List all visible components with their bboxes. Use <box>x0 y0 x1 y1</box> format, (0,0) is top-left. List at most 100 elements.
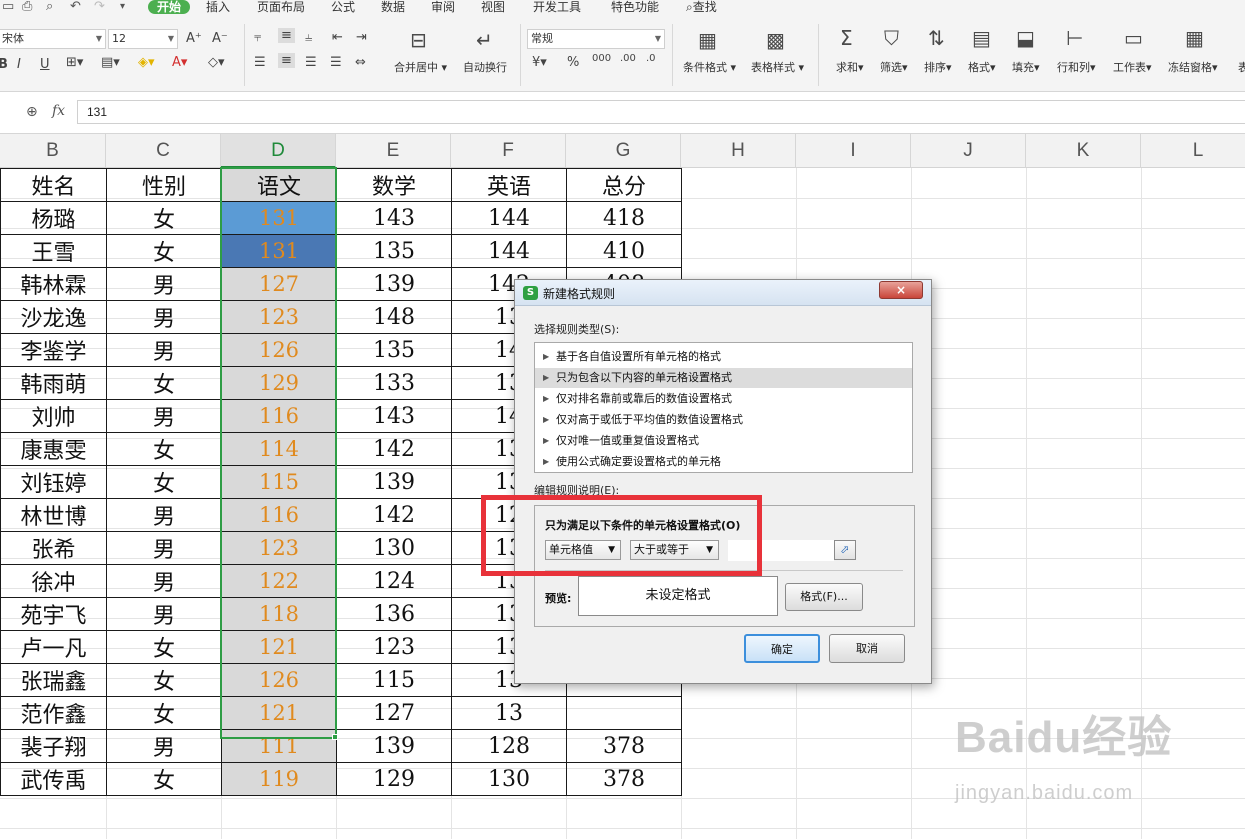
column-header-g[interactable]: G <box>566 134 681 168</box>
decrease-indent-icon[interactable]: ⇤ <box>332 30 343 45</box>
tab-home[interactable]: 开始 <box>148 0 191 14</box>
cell-total[interactable]: 378 <box>566 729 682 763</box>
cell-name[interactable]: 张希 <box>0 531 107 565</box>
increase-indent-icon[interactable]: ⇥ <box>356 30 367 45</box>
fx-icon[interactable]: fx <box>52 103 65 119</box>
cell-math[interactable]: 115 <box>336 663 452 697</box>
cell-chinese[interactable]: 126 <box>221 333 337 367</box>
save-icon[interactable]: ▭ <box>2 0 14 14</box>
cell-math[interactable]: 135 <box>336 333 452 367</box>
cell-math[interactable]: 123 <box>336 630 452 664</box>
more-button[interactable]: 表 <box>1238 59 1245 75</box>
merge-center-icon[interactable]: ⊟ <box>410 28 427 52</box>
freeze-panes-button[interactable]: 冻结窗格▾ <box>1168 59 1218 75</box>
tab-developer[interactable]: 开发工具 <box>533 0 581 14</box>
cell-chinese[interactable]: 111 <box>221 729 337 763</box>
wrap-text-button[interactable]: 自动换行 <box>463 59 507 75</box>
format-button[interactable]: 格式▾ <box>968 59 996 75</box>
cell-chinese[interactable]: 129 <box>221 366 337 400</box>
cell-chinese[interactable]: 123 <box>221 531 337 565</box>
sort-button[interactable]: 排序▾ <box>924 59 952 75</box>
cell-gender[interactable]: 男 <box>106 333 222 367</box>
fill-button[interactable]: 填充▾ <box>1012 59 1040 75</box>
filter-button[interactable]: 筛选▾ <box>880 59 908 75</box>
cell-name[interactable]: 杨璐 <box>0 201 107 235</box>
cell-gender[interactable]: 男 <box>106 597 222 631</box>
cell-chinese[interactable]: 126 <box>221 663 337 697</box>
cell-english[interactable]: 13 <box>451 696 567 730</box>
cell-math[interactable]: 139 <box>336 465 452 499</box>
font-size-select[interactable]: 12 ▼ <box>108 29 178 49</box>
zoom-icon[interactable]: ⊕ <box>26 104 38 120</box>
cell-gender[interactable]: 男 <box>106 564 222 598</box>
sort-icon[interactable]: ⇅ <box>928 26 945 50</box>
wrap-text-icon[interactable]: ↵ <box>476 28 493 52</box>
cell-name[interactable]: 徐冲 <box>0 564 107 598</box>
decrease-decimal-icon[interactable]: .0 <box>646 53 656 64</box>
cell-chinese[interactable]: 119 <box>221 762 337 796</box>
column-header-d[interactable]: D <box>221 134 336 168</box>
column-header-c[interactable]: C <box>106 134 221 168</box>
column-header-k[interactable]: K <box>1026 134 1141 168</box>
thousands-icon[interactable]: 000 <box>592 53 611 64</box>
rule-type-item[interactable]: ▶ 仅对唯一值或重复值设置格式 <box>535 431 912 451</box>
header-cell-english[interactable]: 英语 <box>451 168 567 202</box>
worksheet-button[interactable]: 工作表▾ <box>1113 59 1152 75</box>
cell-math[interactable]: 133 <box>336 366 452 400</box>
header-cell-name[interactable]: 姓名 <box>0 168 107 202</box>
column-header-e[interactable]: E <box>336 134 451 168</box>
cell-name[interactable]: 武传禹 <box>0 762 107 796</box>
cell-english[interactable]: 128 <box>451 729 567 763</box>
cell-name[interactable]: 韩雨萌 <box>0 366 107 400</box>
cell-chinese[interactable]: 123 <box>221 300 337 334</box>
cell-math[interactable]: 124 <box>336 564 452 598</box>
cell-gender[interactable]: 女 <box>106 366 222 400</box>
merge-center-button[interactable]: 合并居中 ▾ <box>394 59 447 75</box>
header-cell-total[interactable]: 总分 <box>566 168 682 202</box>
print-icon[interactable]: ⎙ <box>22 0 32 14</box>
cell-math[interactable]: 127 <box>336 696 452 730</box>
conditional-format-button[interactable]: 条件格式 ▾ <box>683 59 736 75</box>
increase-font-icon[interactable]: A⁺ <box>186 31 202 46</box>
column-header-j[interactable]: J <box>911 134 1026 168</box>
conditional-format-icon[interactable]: ▦ <box>698 28 717 52</box>
dialog-titlebar[interactable]: S 新建格式规则 × <box>515 280 931 306</box>
cell-math[interactable]: 143 <box>336 399 452 433</box>
cell-math[interactable]: 135 <box>336 234 452 268</box>
cell-gender[interactable]: 男 <box>106 531 222 565</box>
rule-type-item[interactable]: ▶ 只为包含以下内容的单元格设置格式 <box>535 368 912 388</box>
cell-name[interactable]: 刘帅 <box>0 399 107 433</box>
tab-review[interactable]: 审阅 <box>431 0 455 14</box>
font-name-select[interactable]: 宋体 ▼ <box>0 29 106 49</box>
fill-handle[interactable] <box>332 734 338 740</box>
cell-english[interactable]: 130 <box>451 762 567 796</box>
cell-math[interactable]: 130 <box>336 531 452 565</box>
column-header-h[interactable]: H <box>681 134 796 168</box>
cell-gender[interactable]: 男 <box>106 300 222 334</box>
close-button[interactable]: × <box>879 281 923 299</box>
cell-gender[interactable]: 男 <box>106 399 222 433</box>
italic-icon[interactable]: I <box>17 57 21 72</box>
decrease-font-icon[interactable]: A⁻ <box>212 31 228 46</box>
underline-icon[interactable]: U <box>40 57 50 72</box>
font-color-icon[interactable]: A▾ <box>172 55 187 70</box>
undo-icon[interactable]: ↶ <box>70 0 81 14</box>
cell-name[interactable]: 李鉴学 <box>0 333 107 367</box>
cell-total[interactable]: 378 <box>566 762 682 796</box>
currency-icon[interactable]: ¥▾ <box>532 55 547 70</box>
align-bottom-icon[interactable]: ⫨ <box>305 30 312 45</box>
justify-icon[interactable]: ☰ <box>330 55 342 70</box>
tab-formulas[interactable]: 公式 <box>331 0 355 14</box>
cell-name[interactable]: 裴子翔 <box>0 729 107 763</box>
cell-chinese[interactable]: 116 <box>221 498 337 532</box>
table-style-icon[interactable]: ▩ <box>766 28 785 52</box>
cell-total[interactable] <box>566 696 682 730</box>
cell-total[interactable]: 410 <box>566 234 682 268</box>
format-icon[interactable]: ▤ <box>972 26 991 50</box>
cell-chinese[interactable]: 116 <box>221 399 337 433</box>
tab-data[interactable]: 数据 <box>381 0 405 14</box>
rule-type-item[interactable]: ▶ 仅对排名靠前或靠后的数值设置格式 <box>535 389 912 409</box>
cell-math[interactable]: 142 <box>336 498 452 532</box>
condition-operator-select[interactable]: 大于或等于 ▼ <box>630 540 719 560</box>
filter-icon[interactable]: ⛉ <box>884 26 899 50</box>
